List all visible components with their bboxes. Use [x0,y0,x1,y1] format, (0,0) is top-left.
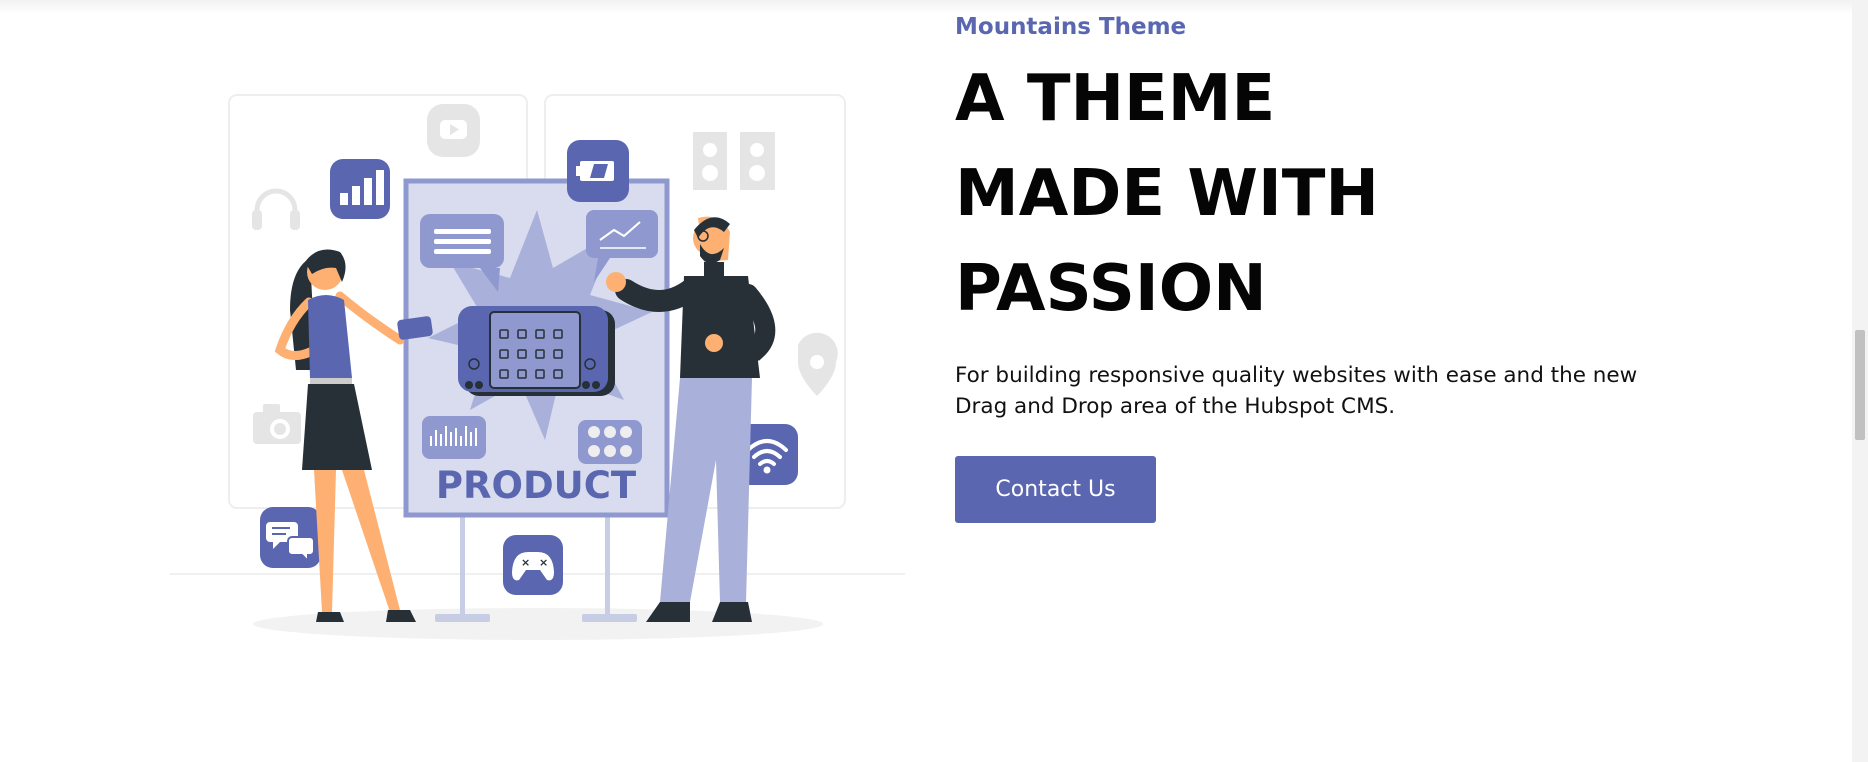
map-pin-icon [798,332,838,396]
contact-us-button[interactable]: Contact Us [955,456,1156,523]
battery-icon [567,140,629,202]
board-title: PRODUCT [436,464,637,507]
buttons-grid-icon [578,420,642,464]
headphones-icon [252,188,300,230]
scrollbar-thumb[interactable] [1855,330,1865,440]
eyebrow-label: Mountains Theme [955,14,1187,40]
tablet-device [458,306,615,396]
speakers-icon [693,132,775,190]
headline-line-1: A THEME [955,62,1276,136]
chat-icon [260,507,321,568]
hero-headline: A THEME MADE WITH PASSION [955,52,1675,337]
camera-icon [253,404,301,444]
page-scrollbar[interactable] [1852,0,1868,762]
svg-text:×: × [539,556,548,569]
headline-line-2: MADE WITH [955,157,1379,231]
svg-text:×: × [521,556,530,569]
bar-chart-icon [330,159,390,219]
audio-bars-icon [422,416,486,459]
hero-description: For building responsive quality websites… [955,363,1638,419]
gamepad-icon: × × [503,535,563,595]
youtube-icon [427,104,480,157]
headline-line-3: PASSION [955,252,1267,326]
product-illustration: PRODUCT × × [170,94,905,640]
